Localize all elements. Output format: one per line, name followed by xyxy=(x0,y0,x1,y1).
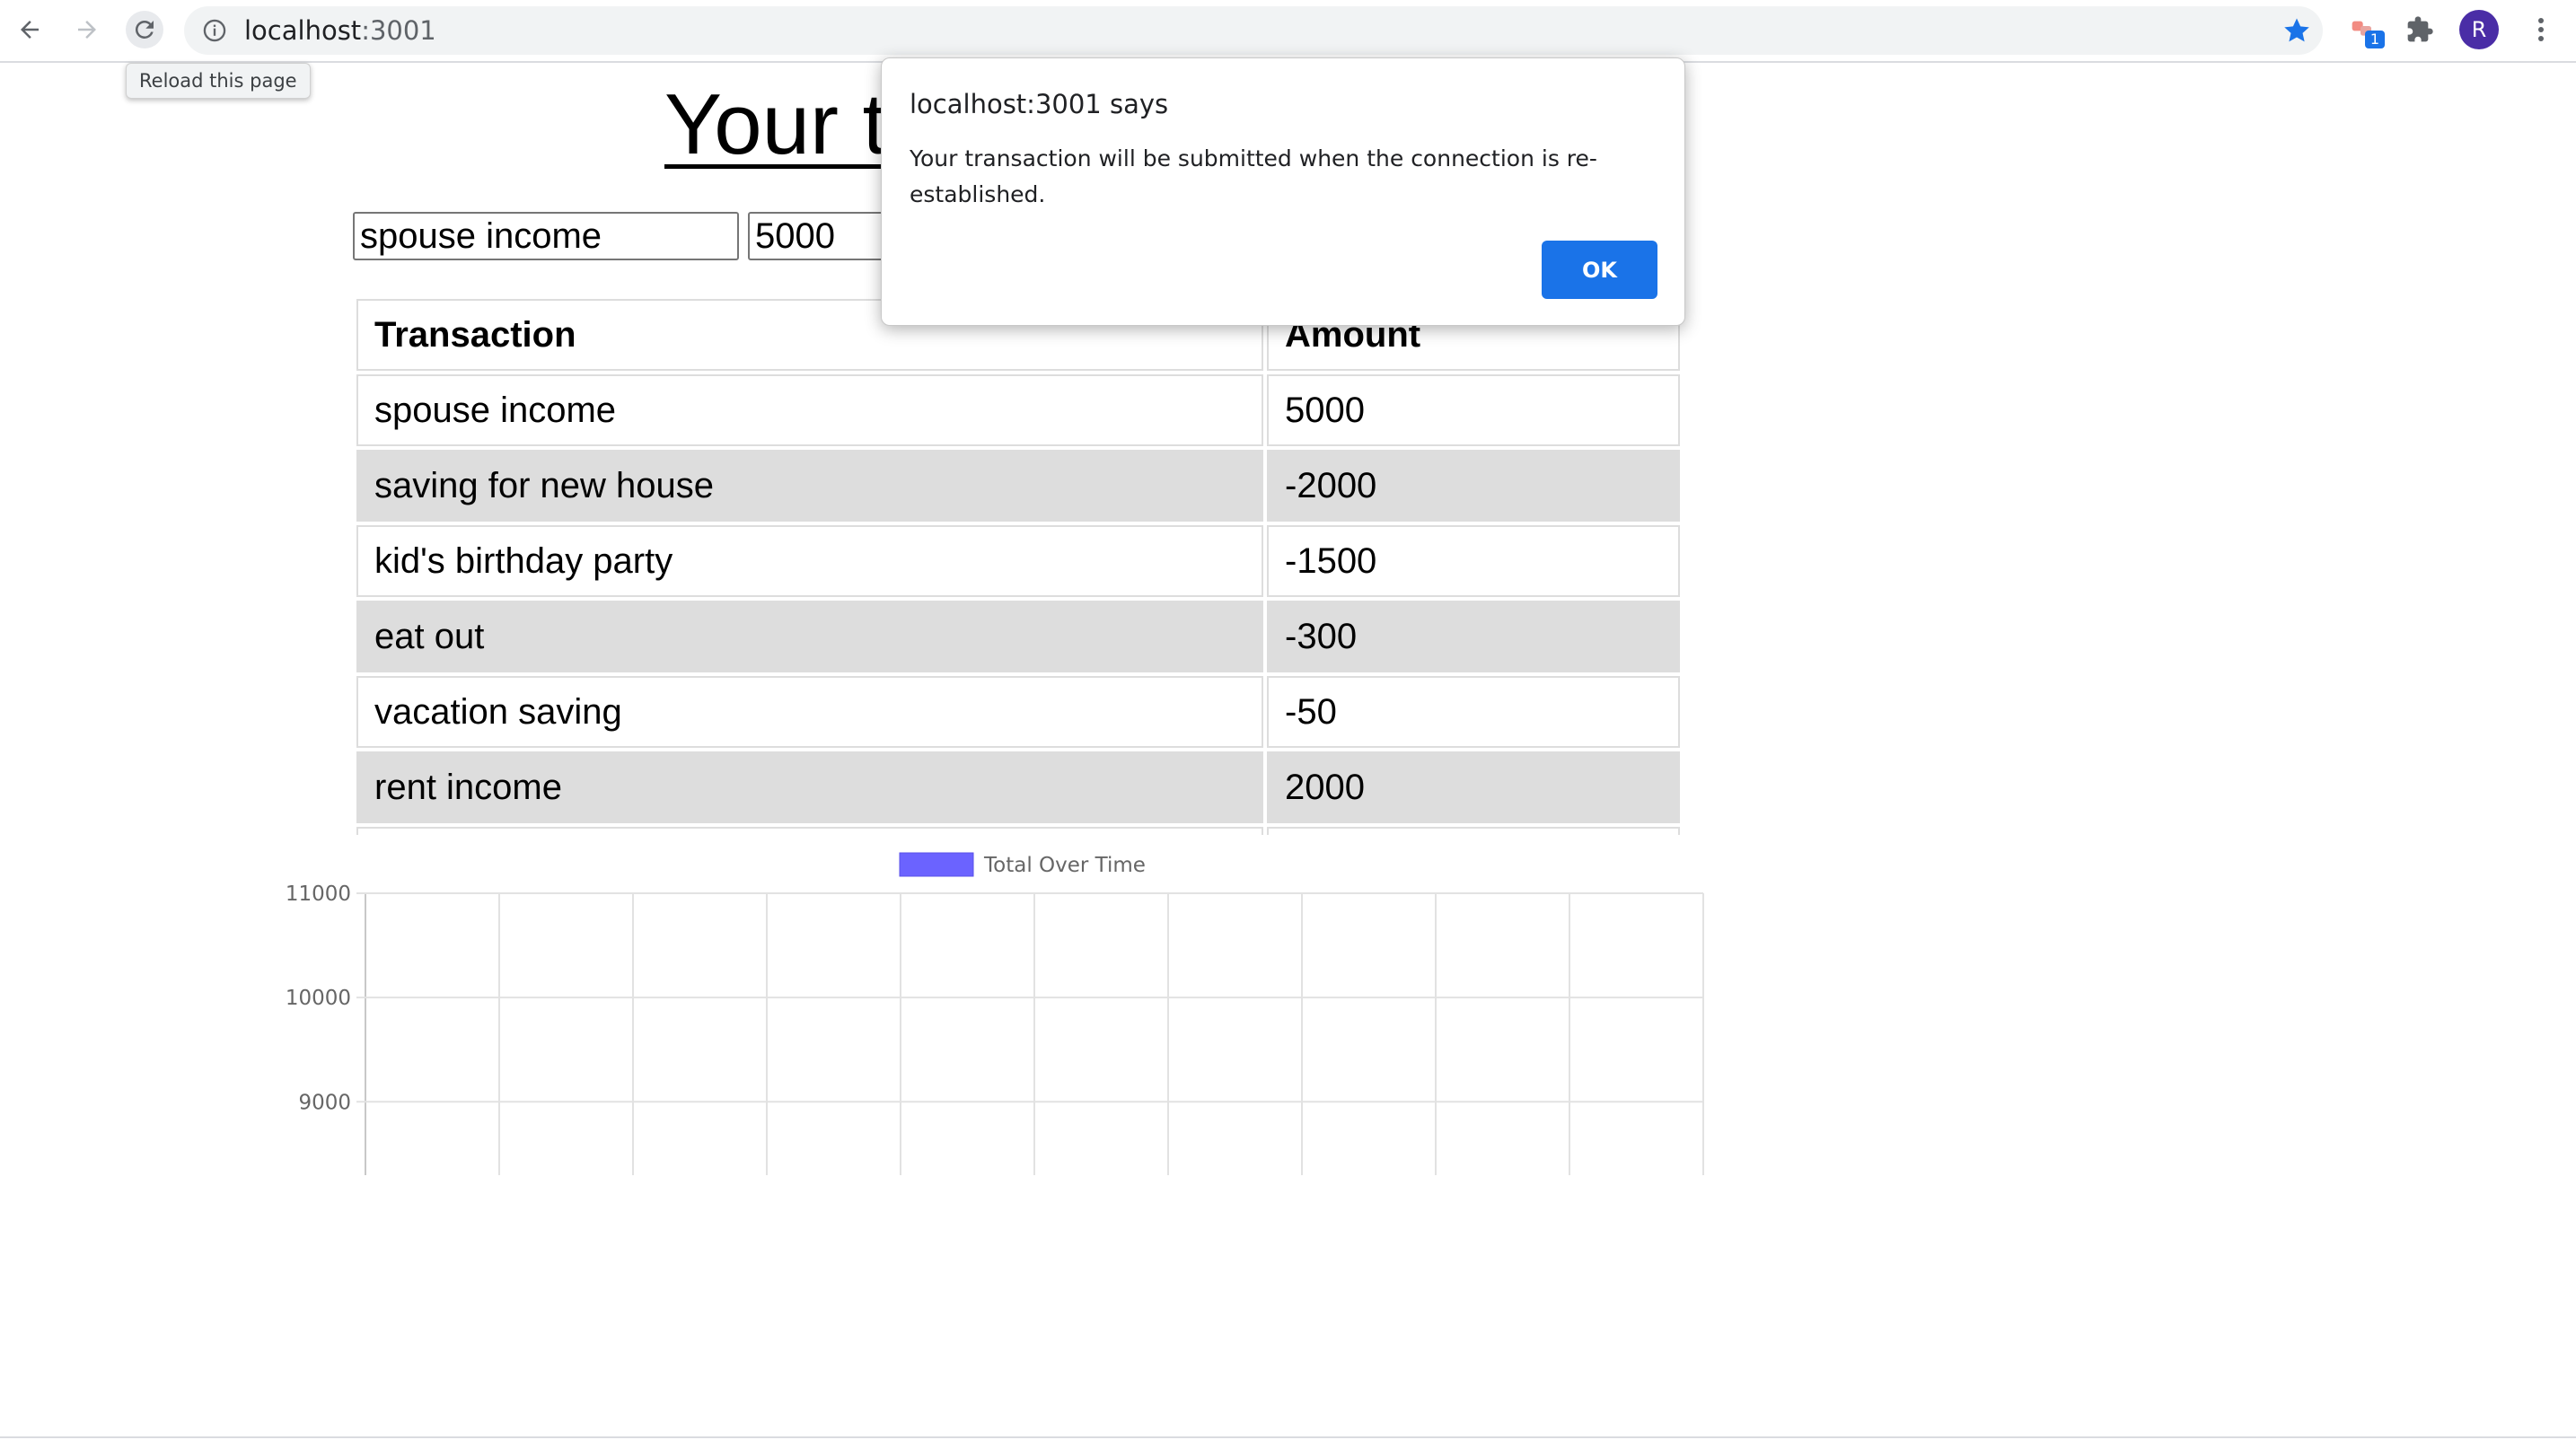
transaction-name-cell: rent income xyxy=(356,751,1263,823)
transaction-amount-cell: 2000 xyxy=(1267,751,1680,823)
total-over-time-chart: 11000 10000 9000 Total Over Time xyxy=(251,839,1724,1176)
y-tick-label: 10000 xyxy=(286,987,351,1010)
transaction-name-cell: spouse income xyxy=(356,374,1263,446)
star-icon[interactable] xyxy=(2281,15,2312,46)
url-port: :3001 xyxy=(361,15,436,46)
transaction-name-cell: kid's birthday party xyxy=(356,525,1263,597)
legend-label: Total Over Time xyxy=(983,854,1146,877)
reload-button[interactable] xyxy=(126,11,163,48)
transaction-name-cell: eat out xyxy=(356,601,1263,672)
legend-swatch xyxy=(899,852,974,877)
table-row: vacation saving -50 xyxy=(356,676,1680,748)
transaction-amount-cell: -1500 xyxy=(1267,525,1680,597)
table-row: kid's birthday party -1500 xyxy=(356,525,1680,597)
info-icon[interactable] xyxy=(202,18,227,43)
address-bar[interactable]: localhost:3001 xyxy=(184,6,2323,55)
table-row xyxy=(356,827,1680,835)
ok-button[interactable]: OK xyxy=(1542,241,1657,299)
chart-svg: 11000 10000 9000 Total Over Time xyxy=(286,852,1704,1175)
y-tick-label: 9000 xyxy=(298,1091,351,1114)
transaction-name-cell xyxy=(356,827,1263,835)
url-host: localhost xyxy=(244,15,362,46)
forward-arrow-icon xyxy=(78,21,96,39)
transaction-amount-cell xyxy=(1267,827,1680,835)
extensions-menu-button[interactable] xyxy=(2401,11,2439,48)
extension-button[interactable]: 1 xyxy=(2345,11,2385,48)
transaction-amount-input[interactable] xyxy=(748,212,901,260)
transaction-amount-cell: -300 xyxy=(1267,601,1680,672)
reload-icon xyxy=(135,20,154,39)
transaction-name-cell: saving for new house xyxy=(356,450,1263,522)
transaction-amount-cell: -50 xyxy=(1267,676,1680,748)
dialog-message: Your transaction will be submitted when … xyxy=(910,145,1597,207)
chart-grid xyxy=(356,892,1704,1175)
url-text: localhost:3001 xyxy=(244,6,436,55)
transaction-table-container[interactable]: Transaction Amount spouse income 5000 sa… xyxy=(353,299,1684,835)
alert-dialog: localhost:3001 says Your transaction wil… xyxy=(881,57,1685,326)
transaction-amount-cell: 5000 xyxy=(1267,374,1680,446)
dialog-title: localhost:3001 says xyxy=(910,89,1169,119)
table-row: eat out -300 xyxy=(356,601,1680,672)
back-button[interactable] xyxy=(11,11,48,48)
back-arrow-icon xyxy=(21,21,39,39)
browser-toolbar: localhost:3001 1 R xyxy=(0,0,2576,63)
transaction-name-input[interactable] xyxy=(353,212,739,260)
transaction-amount-cell: -2000 xyxy=(1267,450,1680,522)
y-tick-label: 11000 xyxy=(286,882,351,906)
profile-avatar[interactable]: R xyxy=(2459,10,2499,49)
table-row: saving for new house -2000 xyxy=(356,450,1680,522)
page-title: Your t xyxy=(664,76,887,172)
extension-badge: 1 xyxy=(2365,31,2385,48)
table-row: spouse income 5000 xyxy=(356,374,1680,446)
forward-button[interactable] xyxy=(68,11,106,48)
transaction-name-cell: vacation saving xyxy=(356,676,1263,748)
page-bottom-divider xyxy=(0,1436,2576,1438)
reload-tooltip: Reload this page xyxy=(126,63,311,99)
chart-y-ticks: 11000 10000 9000 xyxy=(286,882,351,1114)
menu-dots-icon[interactable] xyxy=(2523,11,2559,48)
transaction-table: Transaction Amount spouse income 5000 sa… xyxy=(353,299,1684,835)
puzzle-icon xyxy=(2407,16,2433,42)
table-row: rent income 2000 xyxy=(356,751,1680,823)
